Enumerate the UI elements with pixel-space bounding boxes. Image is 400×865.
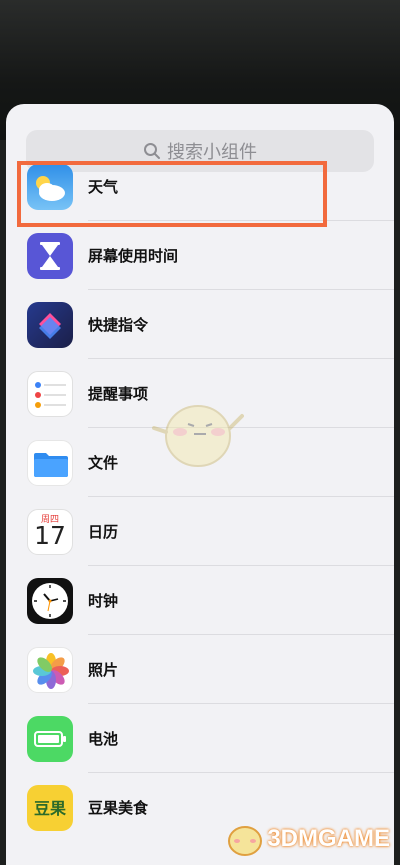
reminders-icon <box>27 370 73 417</box>
watermark-text: 3DMGAME <box>267 825 390 852</box>
widget-row-screen-time[interactable]: 屏幕使用时间 <box>6 221 394 290</box>
calendar-icon: 周四 17 <box>27 508 73 555</box>
widget-label: 快捷指令 <box>88 316 149 334</box>
widget-label: 时钟 <box>88 592 119 610</box>
hourglass-icon <box>27 232 73 279</box>
widget-list: 天气 屏幕使用时间 快捷指令 提醒事项 文件 周四 17 日历 时钟 照片 电池… <box>6 152 394 842</box>
widget-row-shortcuts[interactable]: 快捷指令 <box>6 290 394 359</box>
widget-label: 豆果美食 <box>88 799 149 817</box>
shortcuts-icon <box>27 301 73 348</box>
mascot-logo-icon <box>228 826 263 856</box>
mascot-watermark-icon <box>152 405 244 467</box>
widget-gallery-sheet: 搜索小组件 天气 屏幕使用时间 快捷指令 提醒事项 文件 周四 17 日历 时钟… <box>6 104 394 865</box>
photos-icon <box>27 646 73 693</box>
watermark: 3DMGAME <box>223 821 390 857</box>
calendar-day: 17 <box>34 520 66 550</box>
widget-row-battery[interactable]: 电池 <box>6 704 394 773</box>
widget-label: 提醒事项 <box>88 385 149 403</box>
widget-row-calendar[interactable]: 周四 17 日历 <box>6 497 394 566</box>
widget-label: 电池 <box>88 730 119 748</box>
highlight-box <box>17 161 327 227</box>
files-folder-icon <box>27 439 73 486</box>
widget-label: 屏幕使用时间 <box>88 247 179 265</box>
widget-label: 日历 <box>88 523 119 541</box>
widget-label: 文件 <box>88 454 119 472</box>
widget-label: 照片 <box>88 661 119 679</box>
widget-row-clock[interactable]: 时钟 <box>6 566 394 635</box>
widget-row-photos[interactable]: 照片 <box>6 635 394 704</box>
douguo-icon: 豆果 <box>27 784 73 831</box>
clock-icon <box>27 577 73 624</box>
douguo-icon-text: 豆果 <box>33 798 66 818</box>
battery-icon <box>27 715 73 762</box>
